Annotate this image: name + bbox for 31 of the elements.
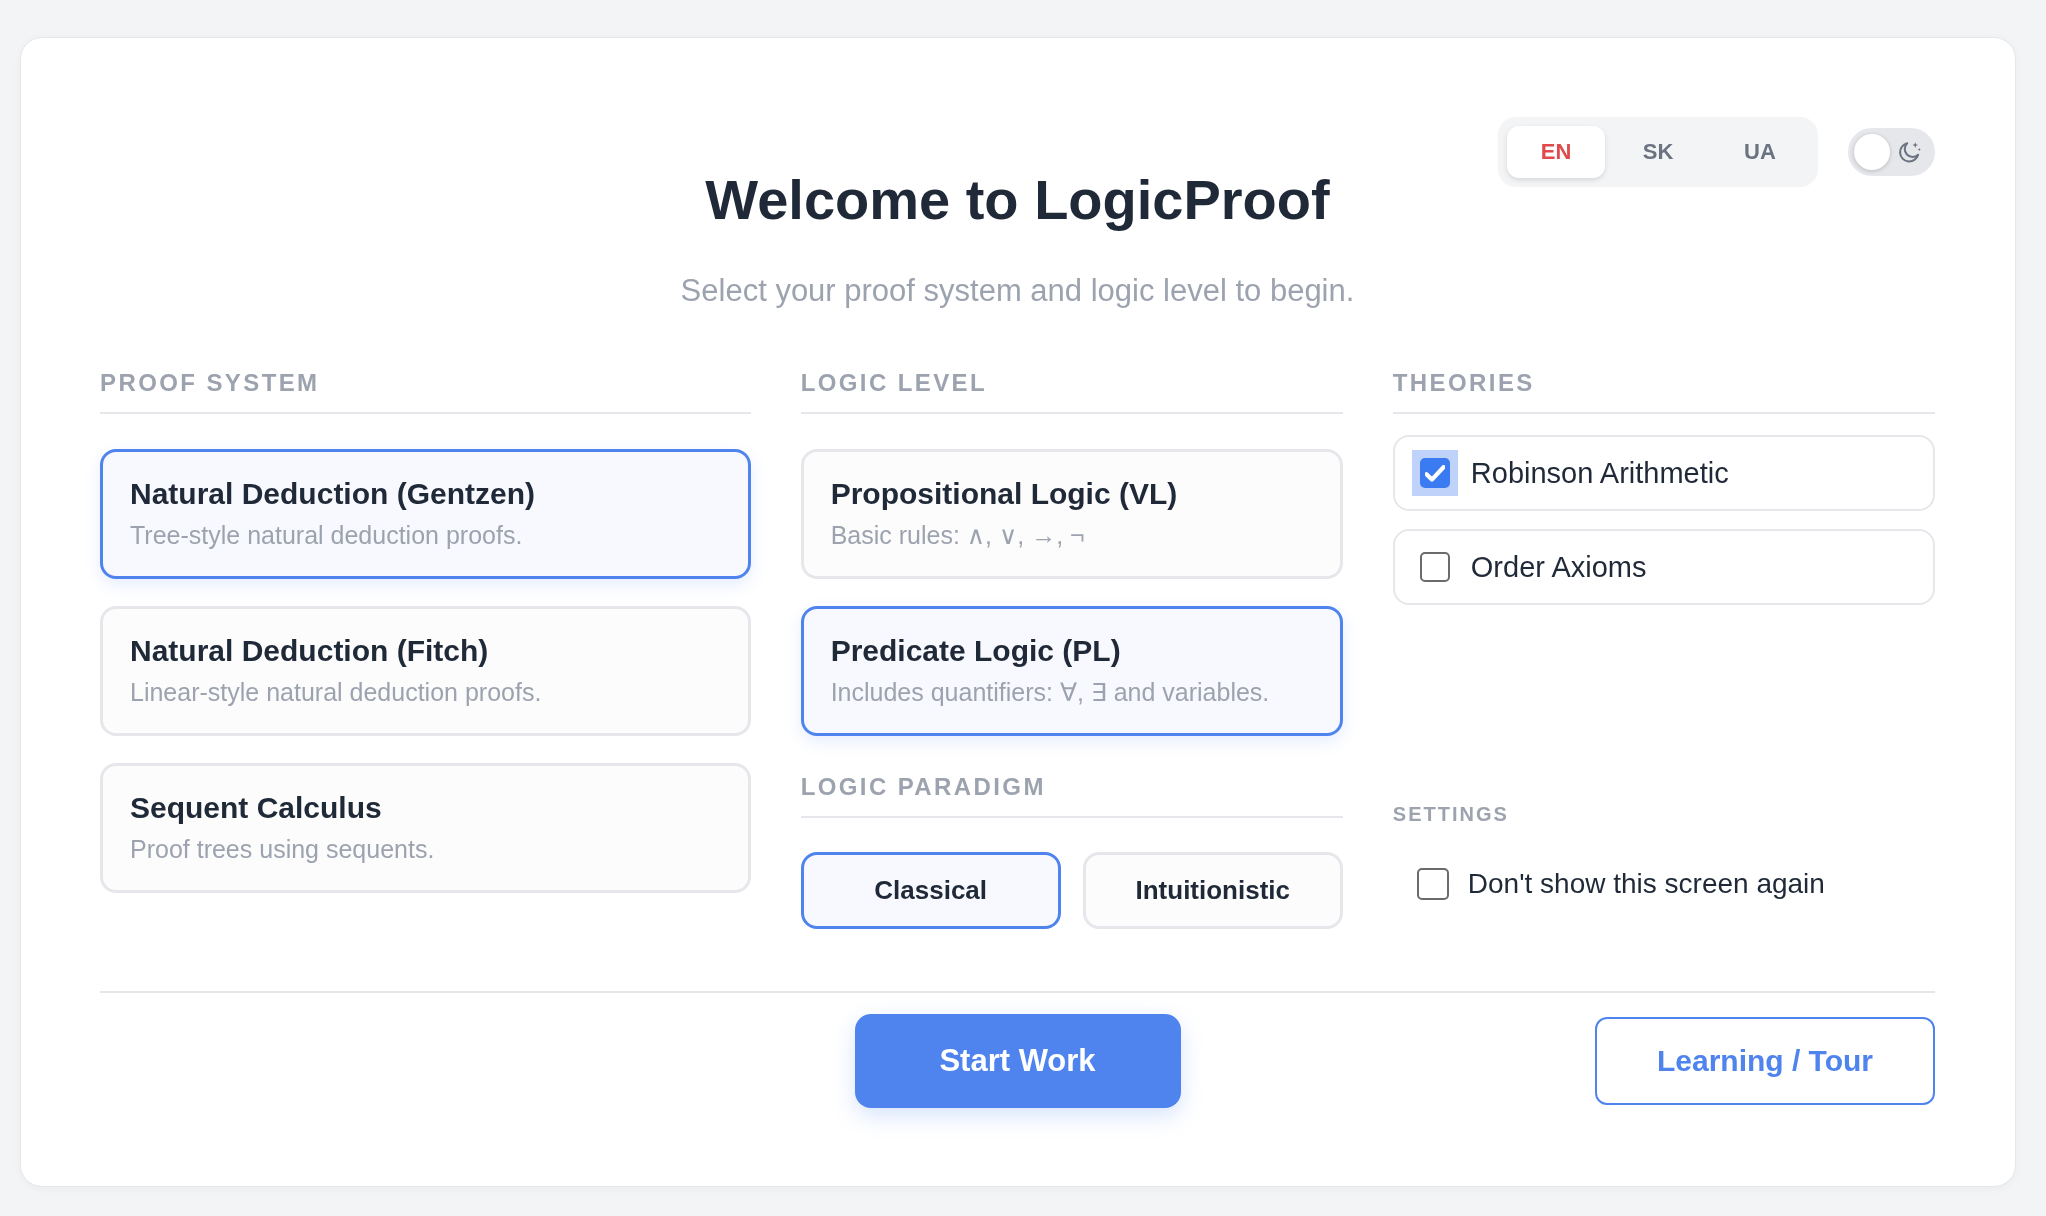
checkbox[interactable] bbox=[1416, 868, 1449, 900]
language-button[interactable]: UA bbox=[1711, 126, 1809, 178]
checkbox-label: Don't show this screen again bbox=[1467, 867, 1825, 901]
logic-level-option[interactable]: Predicate Logic (PL) Includes quantifiers: ∀, ∃ and variables. bbox=[800, 606, 1343, 736]
page-subtitle: Select your proof system and logic level to begin. bbox=[679, 273, 1356, 309]
checkbox-label: Order Axioms bbox=[1470, 550, 1647, 585]
checkmark-icon bbox=[1424, 464, 1445, 482]
section-heading: SETTINGS bbox=[1392, 802, 1510, 827]
theory-card[interactable]: Robinson Arithmetic bbox=[1392, 435, 1935, 511]
language-button[interactable]: SK bbox=[1609, 126, 1707, 178]
paradigm-button[interactable]: Intuitionistic bbox=[1082, 852, 1343, 929]
section-heading: LOGIC LEVEL bbox=[800, 368, 1343, 414]
checkbox[interactable] bbox=[1419, 458, 1450, 488]
proof-system-option[interactable]: Natural Deduction (Fitch) Linear-style natural deduction proofs. bbox=[100, 606, 751, 736]
proof-system-option[interactable]: Natural Deduction (Gentzen) Tree-style natural deduction proofs. bbox=[100, 449, 751, 579]
moon-stars-icon bbox=[1898, 140, 1921, 164]
tour-button[interactable]: Learning / Tour bbox=[1595, 1017, 1935, 1105]
page-title: Welcome to LogicProof bbox=[705, 167, 1330, 233]
proof-system-option[interactable]: Sequent Calculus Proof trees using sequents. bbox=[100, 763, 751, 893]
logic-level-option[interactable]: Propositional Logic (VL) Basic rules: ∧, ∨, →, ¬ bbox=[800, 449, 1343, 579]
toggle-knob[interactable] bbox=[1854, 134, 1890, 170]
section-heading: PROOF SYSTEM bbox=[100, 368, 751, 414]
start-button[interactable]: Start Work bbox=[854, 1014, 1181, 1108]
theme-toggle[interactable] bbox=[1848, 128, 1935, 176]
theory-card[interactable]: Order Axioms bbox=[1392, 529, 1935, 605]
checkbox-label: Robinson Arithmetic bbox=[1470, 456, 1729, 491]
paradigm-button[interactable]: Classical bbox=[800, 852, 1061, 929]
checkbox[interactable] bbox=[1419, 552, 1450, 582]
section-heading: LOGIC PARADIGM bbox=[800, 772, 1343, 818]
section-heading: THEORIES bbox=[1392, 368, 1935, 414]
language-button[interactable]: EN bbox=[1507, 126, 1605, 178]
